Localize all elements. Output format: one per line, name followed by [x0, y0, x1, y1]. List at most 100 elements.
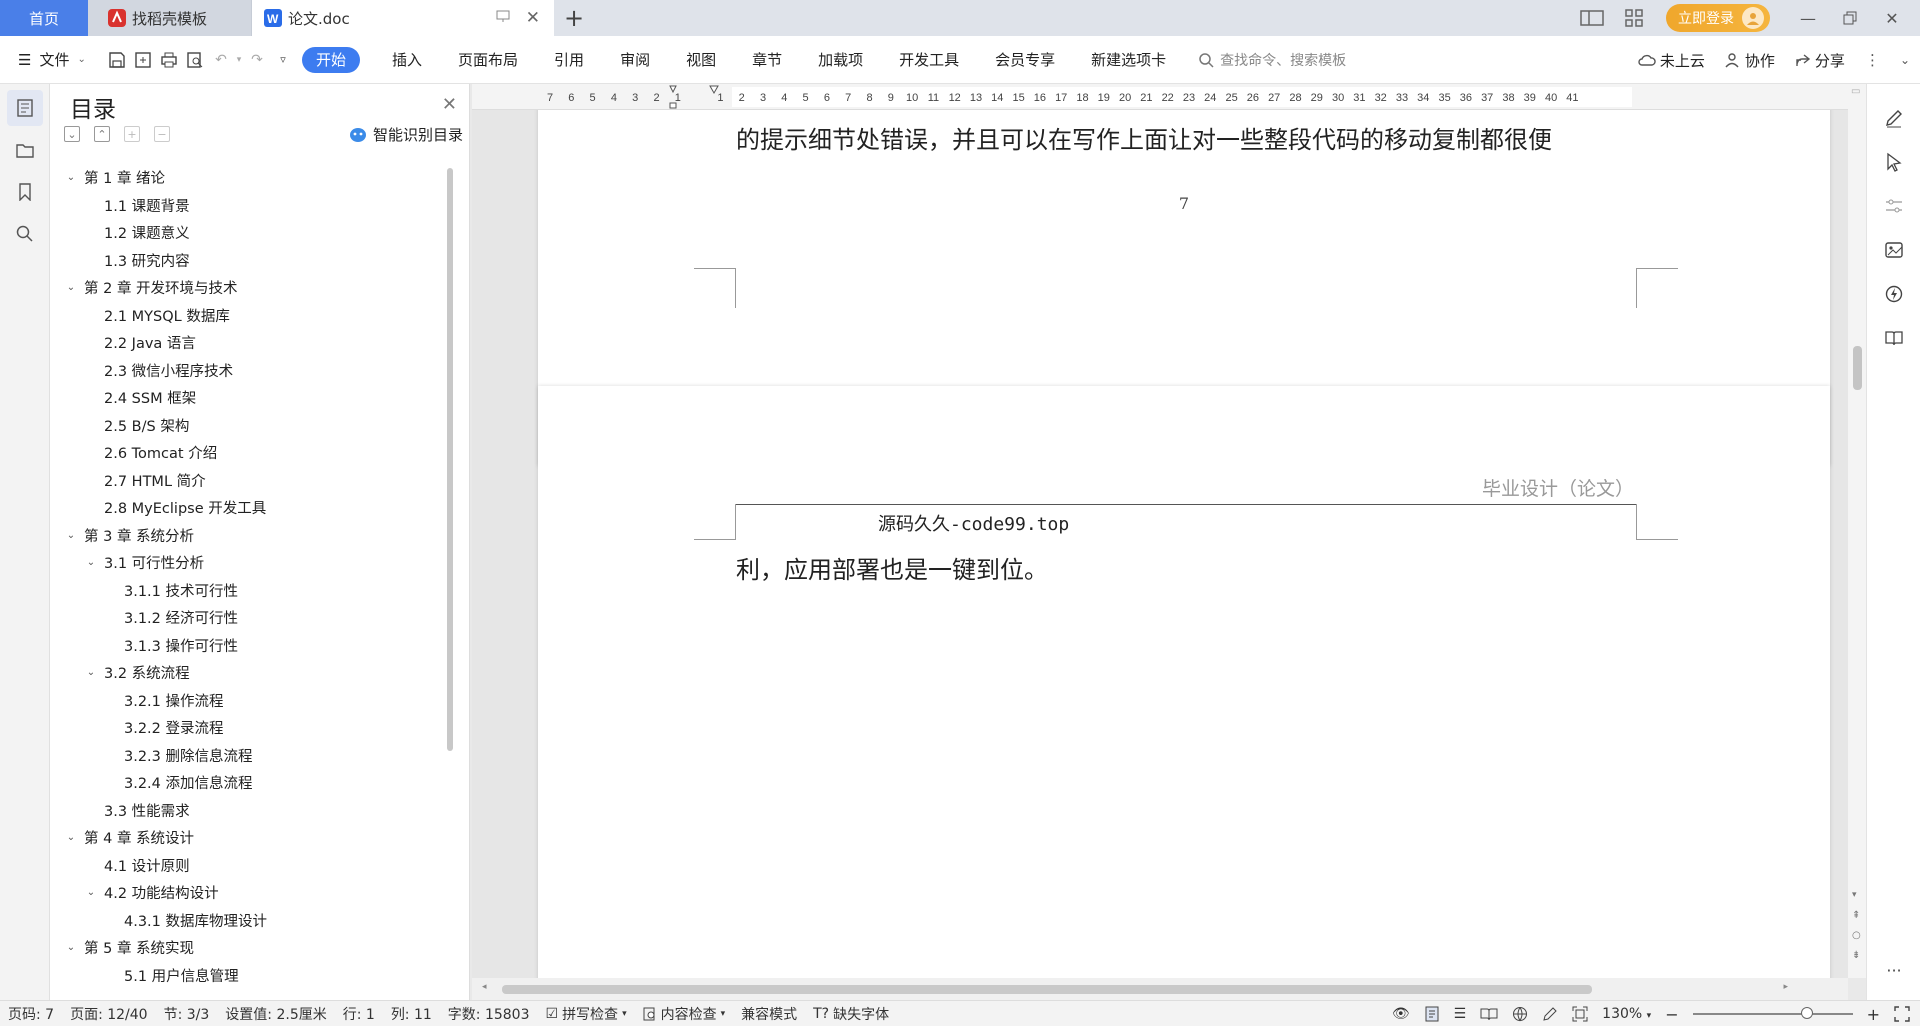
- select-browse-icon[interactable]: ○: [1852, 930, 1861, 941]
- toc-item[interactable]: 4.3.1 数据库物理设计: [50, 907, 450, 935]
- menu-tab-section[interactable]: 章节: [734, 36, 800, 84]
- toc-item[interactable]: 2.3 微信小程序技术: [50, 357, 450, 385]
- toc-item[interactable]: 1.3 研究内容: [50, 247, 450, 275]
- redo-icon[interactable]: ↷: [244, 47, 270, 73]
- toc-item[interactable]: ⌄ 3.2 系统流程: [50, 659, 450, 687]
- horizontal-ruler[interactable]: 7 6 5 4 3 2 1 1 2 3 4 5 6 7 8 9 10 11 12 13 14 15 16 17 18 19 20 21…: [472, 84, 1852, 110]
- undo-icon[interactable]: ↶: [208, 47, 234, 73]
- page-view-icon[interactable]: [1424, 1006, 1440, 1022]
- toc-item[interactable]: 3.2.1 操作流程: [50, 687, 450, 715]
- toc-item[interactable]: 3.2.3 删除信息流程: [50, 742, 450, 770]
- ai-assistant-icon[interactable]: [1867, 272, 1920, 316]
- zoom-in-icon[interactable]: +: [1867, 1005, 1880, 1024]
- fullscreen-icon[interactable]: [1894, 1006, 1910, 1022]
- menu-tab-view[interactable]: 视图: [668, 36, 734, 84]
- undo-dropdown-icon[interactable]: ▾: [234, 47, 244, 73]
- fit-page-icon[interactable]: [1572, 1006, 1588, 1022]
- toc-item[interactable]: ⌄ 第 5 章 系统实现: [50, 934, 450, 962]
- expand-toggle-icon[interactable]: ⌄: [64, 530, 78, 541]
- zoom-slider[interactable]: [1692, 1007, 1853, 1019]
- restore-icon[interactable]: [1832, 0, 1868, 36]
- status-page[interactable]: 页面: 12/40: [62, 1004, 156, 1024]
- print-icon[interactable]: [156, 47, 182, 73]
- eye-protection-icon[interactable]: 👁: [1392, 1006, 1410, 1022]
- expand-toggle-icon[interactable]: ⌄: [84, 557, 98, 568]
- web-view-icon[interactable]: [1512, 1006, 1528, 1022]
- menu-tab-addins[interactable]: 加载项: [800, 36, 881, 84]
- menu-tab-reference[interactable]: 引用: [536, 36, 602, 84]
- minimize-icon[interactable]: —: [1790, 0, 1826, 36]
- more-icon[interactable]: ···: [1867, 961, 1920, 980]
- remove-heading-icon[interactable]: −: [154, 126, 170, 142]
- next-page-icon[interactable]: ⇟: [1852, 950, 1860, 961]
- menu-tab-layout[interactable]: 页面布局: [440, 36, 536, 84]
- more-options-icon[interactable]: ⋮: [1865, 51, 1880, 69]
- toc-item[interactable]: 2.7 HTML 简介: [50, 467, 450, 495]
- toc-item[interactable]: 2.2 Java 语言: [50, 329, 450, 357]
- toc-item[interactable]: 4.1 设计原则: [50, 852, 450, 880]
- toc-scrollbar[interactable]: [447, 168, 453, 751]
- spell-check-button[interactable]: ☑ 拼写检查 ▾: [538, 1004, 635, 1024]
- tab-document[interactable]: W 论文.doc ✕: [252, 0, 554, 36]
- toc-item[interactable]: 1.1 课题背景: [50, 192, 450, 220]
- cursor-select-icon[interactable]: [1867, 140, 1920, 184]
- collaborate-button[interactable]: 协作: [1725, 50, 1775, 71]
- expand-toggle-icon[interactable]: ⌄: [84, 667, 98, 678]
- save-icon[interactable]: [104, 47, 130, 73]
- horizontal-scroll-thumb[interactable]: [502, 985, 1592, 994]
- toc-item[interactable]: 3.2.4 添加信息流程: [50, 769, 450, 797]
- toc-item[interactable]: 3.2.2 登录流程: [50, 714, 450, 742]
- close-tab-icon[interactable]: ✕: [526, 8, 540, 28]
- document-area[interactable]: 的提示细节处错误，并且可以在写作上面让对一些整段代码的移动复制都很便 7 毕业设…: [472, 110, 1852, 978]
- file-menu[interactable]: ☰ 文件 ⌄: [0, 36, 104, 84]
- toc-item[interactable]: 3.1.1 技术可行性: [50, 577, 450, 605]
- zoom-level[interactable]: 130% ▾: [1602, 1006, 1651, 1022]
- bookmark-icon[interactable]: [7, 174, 43, 210]
- pin-tab-icon[interactable]: [496, 9, 510, 23]
- login-button[interactable]: 立即登录: [1666, 4, 1770, 32]
- expand-toggle-icon[interactable]: ⌄: [64, 282, 78, 293]
- missing-font-button[interactable]: T? 缺失字体: [805, 1004, 897, 1024]
- toc-item[interactable]: 5.1 用户信息管理: [50, 962, 450, 990]
- zoom-slider-knob[interactable]: [1800, 1007, 1813, 1019]
- book-reader-icon[interactable]: [1867, 316, 1920, 360]
- vertical-scrollbar[interactable]: ▭ ▾ ⇞ ○ ⇟: [1848, 84, 1866, 978]
- smart-toc-button[interactable]: 智能识别目录: [349, 124, 463, 145]
- tab-home[interactable]: 首页: [0, 0, 88, 36]
- menu-tab-review[interactable]: 审阅: [602, 36, 668, 84]
- reading-view-icon[interactable]: [1480, 1007, 1498, 1021]
- scroll-down-icon[interactable]: ▾: [1852, 890, 1857, 900]
- apps-grid-icon[interactable]: [1616, 0, 1652, 36]
- content-check-button[interactable]: 内容检查 ▾: [635, 1004, 734, 1024]
- export-pdf-icon[interactable]: [130, 47, 156, 73]
- toc-item[interactable]: 2.4 SSM 框架: [50, 384, 450, 412]
- menu-tab-new[interactable]: 新建选项卡: [1073, 36, 1184, 84]
- new-tab-button[interactable]: +: [554, 0, 594, 36]
- cloud-status-button[interactable]: 未上云: [1638, 50, 1705, 71]
- write-mode-icon[interactable]: [1542, 1006, 1558, 1022]
- status-words[interactable]: 字数: 15803: [440, 1004, 538, 1024]
- expand-toggle-icon[interactable]: ⌄: [64, 942, 78, 953]
- expand-toggle-icon[interactable]: ⌄: [64, 172, 78, 183]
- menu-tab-member[interactable]: 会员专享: [977, 36, 1073, 84]
- tab-template[interactable]: 找稻壳模板: [88, 0, 252, 36]
- toc-item[interactable]: ⌄ 第 2 章 开发环境与技术: [50, 274, 450, 302]
- print-preview-icon[interactable]: [182, 47, 208, 73]
- menu-tab-developer[interactable]: 开发工具: [881, 36, 977, 84]
- toc-item[interactable]: 2.5 B/S 架构: [50, 412, 450, 440]
- edit-pen-icon[interactable]: [1867, 96, 1920, 140]
- horizontal-scrollbar[interactable]: ◂ ▸: [472, 978, 1848, 1000]
- adjust-sliders-icon[interactable]: [1867, 184, 1920, 228]
- outline-view-icon[interactable]: ☰: [1454, 1006, 1467, 1022]
- find-icon[interactable]: [7, 216, 43, 252]
- ruler-toggle-icon[interactable]: ▭: [1851, 86, 1860, 97]
- close-icon[interactable]: ✕: [442, 94, 457, 115]
- command-search[interactable]: 查找命令、搜索模板: [1198, 36, 1346, 84]
- chapter-nav-icon[interactable]: [7, 132, 43, 168]
- toc-item[interactable]: ⌄ 第 3 章 系统分析: [50, 522, 450, 550]
- quick-access-dropdown-icon[interactable]: ▿: [270, 47, 296, 73]
- image-tools-icon[interactable]: [1867, 228, 1920, 272]
- add-heading-icon[interactable]: +: [124, 126, 140, 142]
- toc-item[interactable]: ⌄ 第 4 章 系统设计: [50, 824, 450, 852]
- toc-item[interactable]: 1.2 课题意义: [50, 219, 450, 247]
